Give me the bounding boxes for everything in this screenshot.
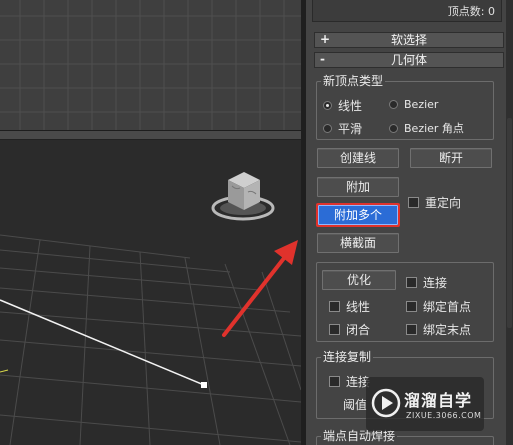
checkbox-label: 绑定末点: [423, 323, 472, 337]
checkbox-label: 线性: [346, 300, 371, 314]
checkbox-label: 连接: [423, 276, 448, 290]
perspective-viewport[interactable]: [0, 140, 301, 445]
radio-label: 平滑: [338, 122, 363, 136]
refine-button[interactable]: 优化: [322, 270, 396, 290]
highlight-box: [316, 203, 400, 227]
create-line-button[interactable]: 创建线: [317, 148, 399, 168]
checkbox-label: 重定向: [425, 196, 462, 210]
bind-first-checkbox[interactable]: 绑定首点: [406, 298, 471, 315]
connect-checkbox[interactable]: 连接: [406, 274, 447, 291]
rollout-title: 几何体: [390, 53, 427, 67]
group-title: 连接复制: [321, 350, 374, 364]
watermark-name: 溜溜自学: [404, 391, 473, 410]
checkbox-icon: [408, 197, 419, 208]
radio-on-icon: [323, 101, 332, 110]
radio-off-icon: [323, 124, 332, 133]
radio-label: Bezier 角点: [404, 122, 464, 135]
radio-bezier-corner[interactable]: Bezier 角点: [389, 120, 464, 136]
viewport-divider[interactable]: [0, 131, 301, 140]
checkbox-icon: [406, 301, 417, 312]
linear-checkbox[interactable]: 线性: [329, 298, 370, 315]
checkbox-icon: [406, 324, 417, 335]
rollout-title: 软选择: [390, 33, 427, 47]
top-viewport-grid: [0, 0, 301, 130]
rollout-geometry[interactable]: - 几何体: [314, 52, 504, 68]
watermark-url: ZIXUE.3066.COM: [406, 411, 482, 420]
pointer-arrow-icon: [222, 240, 298, 337]
bind-last-checkbox[interactable]: 绑定末点: [406, 321, 471, 338]
rollout-soft-selection[interactable]: + 软选择: [314, 32, 504, 48]
closed-checkbox[interactable]: 闭合: [329, 321, 370, 338]
play-logo-icon: [371, 388, 401, 418]
break-button[interactable]: 断开: [410, 148, 492, 168]
spline-vertex[interactable]: [201, 382, 207, 388]
radio-off-icon: [389, 100, 398, 109]
radio-off-icon: [389, 123, 398, 133]
group-title: 新顶点类型: [321, 74, 386, 88]
radio-linear[interactable]: 线性: [323, 97, 362, 114]
checkbox-icon: [406, 277, 417, 288]
watermark: 溜溜自学 ZIXUE.3066.COM: [366, 377, 484, 431]
checkbox-icon: [329, 324, 340, 335]
checkbox-label: 绑定首点: [423, 300, 472, 314]
group-title: 端点自动焊接: [321, 429, 398, 443]
vertex-count-label: 顶点数: 0: [447, 5, 495, 18]
viewcube-icon[interactable]: [208, 166, 278, 226]
checkbox-label: 闭合: [346, 323, 371, 337]
reorient-checkbox[interactable]: 重定向: [408, 194, 461, 211]
axis-indicator: [0, 369, 9, 373]
radio-smooth[interactable]: 平滑: [323, 120, 362, 137]
checkbox-icon: [329, 376, 340, 387]
radio-label: Bezier: [404, 98, 439, 111]
connect-copy-checkbox[interactable]: 连接: [329, 373, 370, 390]
selection-info-box: 顶点数: 0: [312, 0, 502, 22]
radio-label: 线性: [338, 99, 363, 113]
panel-scrollbar[interactable]: [506, 0, 513, 445]
endpoint-auto-weld-group: 端点自动焊接: [316, 429, 494, 445]
top-viewport[interactable]: [0, 0, 301, 131]
threshold-label: 阈值: [343, 398, 368, 412]
checkbox-icon: [329, 301, 340, 312]
attach-button[interactable]: 附加: [317, 177, 399, 197]
scrollbar-thumb[interactable]: [507, 118, 512, 328]
radio-bezier[interactable]: Bezier: [389, 98, 438, 111]
cross-section-button[interactable]: 横截面: [317, 233, 399, 253]
